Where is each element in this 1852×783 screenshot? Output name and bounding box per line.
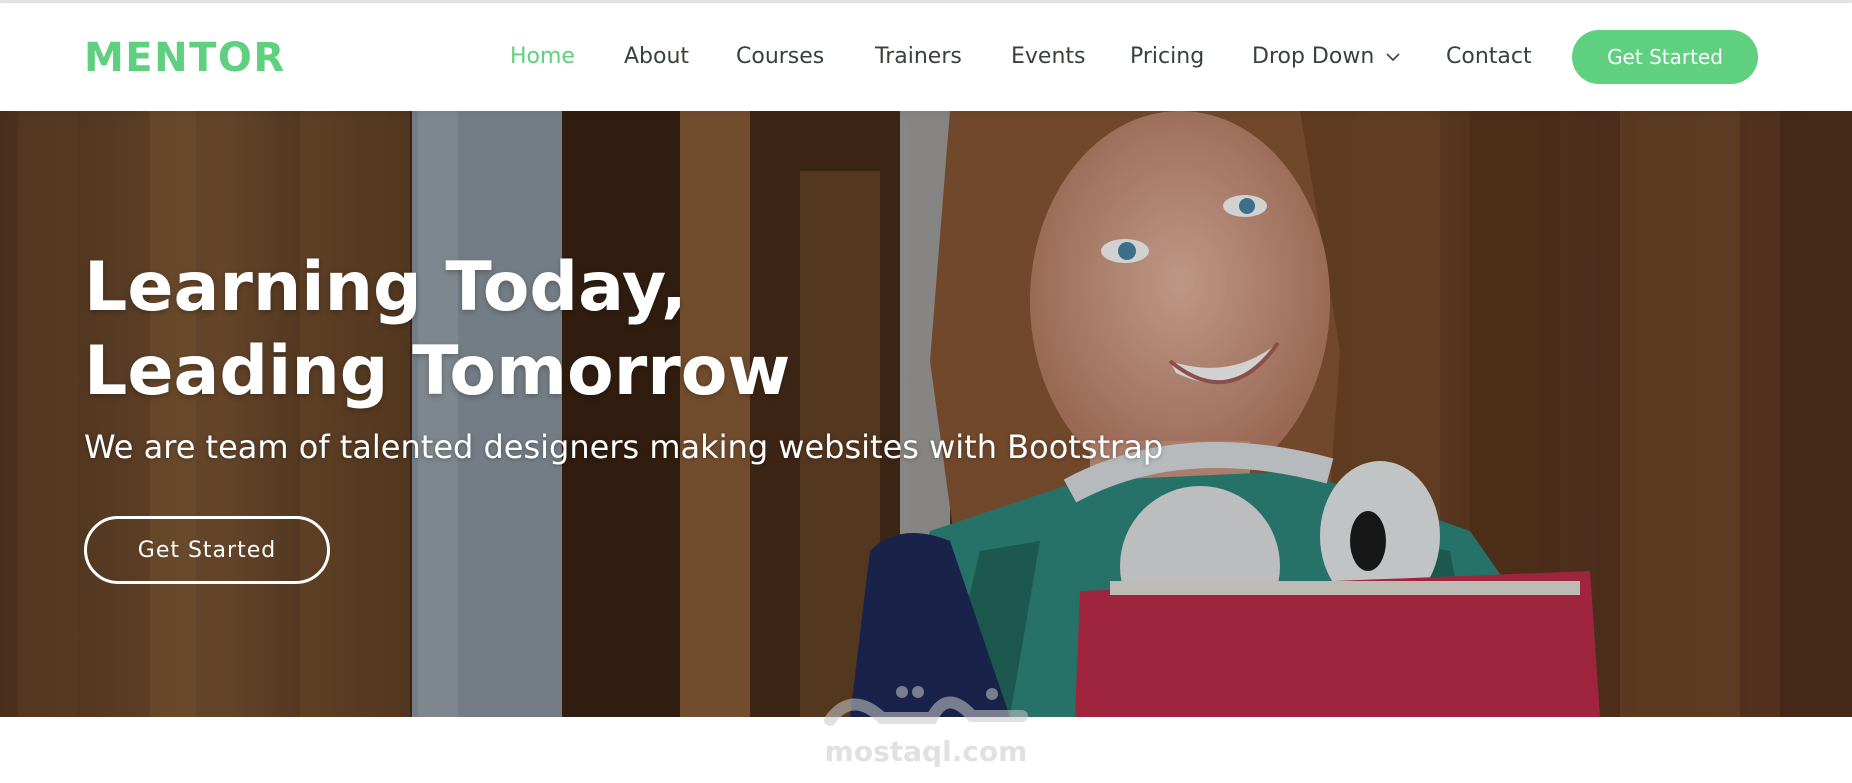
hero-title-line-2: Leading Tomorrow: [84, 332, 791, 411]
mostaql-arabic-logo: [824, 686, 1028, 726]
hero-title-line-1: Learning Today,: [84, 248, 687, 327]
chevron-down-icon[interactable]: [1386, 52, 1400, 62]
nav-item-dropdown[interactable]: Drop Down: [1252, 41, 1374, 73]
mostaql-watermark: mostaql.com: [800, 680, 1052, 780]
hero-title: Learning Today, Leading Tomorrow: [84, 246, 790, 414]
nav-item-contact[interactable]: Contact: [1446, 41, 1532, 73]
site-header: MENTOR Home About Courses Trainers Event…: [0, 3, 1852, 111]
nav-item-courses[interactable]: Courses: [736, 41, 824, 73]
hero-section: Learning Today, Leading Tomorrow We are …: [0, 111, 1852, 717]
hero-get-started-button[interactable]: Get Started: [84, 516, 330, 584]
get-started-button[interactable]: Get Started: [1572, 30, 1758, 84]
nav-item-pricing[interactable]: Pricing: [1130, 41, 1204, 73]
hero-overlay: [0, 111, 1852, 717]
hero-subtitle: We are team of talented designers making…: [84, 428, 1164, 466]
watermark-text: mostaql.com: [824, 735, 1028, 768]
nav-item-events[interactable]: Events: [1011, 41, 1086, 73]
nav-item-home[interactable]: Home: [510, 41, 575, 73]
nav-item-about[interactable]: About: [624, 41, 689, 73]
brand-logo[interactable]: MENTOR: [84, 32, 286, 84]
nav-item-trainers[interactable]: Trainers: [875, 41, 962, 73]
